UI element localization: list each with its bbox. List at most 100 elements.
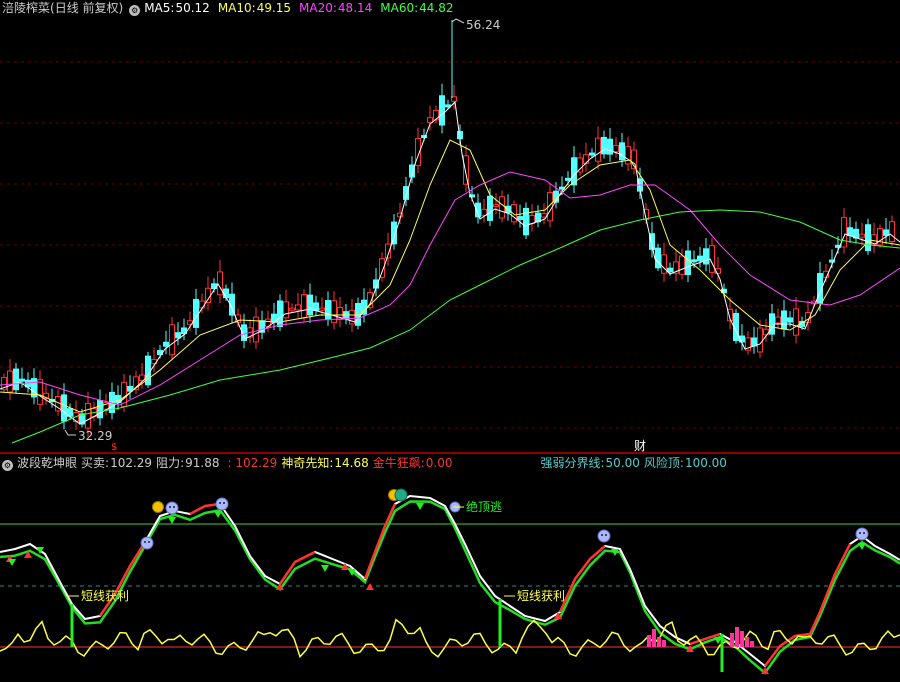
candle-body [313,302,319,311]
histogram-bar [657,637,661,647]
candle-body [439,95,445,126]
ma20-value: 48.14 [337,1,373,15]
candle-body [199,300,205,309]
candle-body [847,227,853,237]
jinniu-label: 金牛狂飙: [372,456,425,470]
candle-body [481,208,487,216]
strong-weak-label: 强弱分界线: [540,456,605,470]
candle-body [463,155,469,185]
strong-weak-value: 50.00 [605,456,640,470]
candle-body [589,152,595,156]
candle-body [127,385,133,392]
candle-body [499,196,505,219]
candle-body [193,299,199,328]
face-eye-icon [169,506,171,508]
candle-body [19,378,25,382]
candle-body [223,288,229,299]
resistance-value: 91.88 [185,456,220,470]
face-eye-icon [605,534,607,536]
histogram-bar [662,640,666,647]
candle-body [679,255,685,275]
candle-body [859,233,865,238]
buy-sell-value: 102.29 [110,456,153,470]
dollar-marker: $ [111,442,117,452]
candle-body [85,402,91,429]
red-rise-segment [363,503,397,580]
candle-body [655,247,661,269]
candle-body [163,341,169,347]
risk-value: 100.00 [684,456,727,470]
candle-body [7,370,13,393]
candle-body [277,300,283,327]
face-eye-icon [219,502,221,504]
histogram-bar [647,635,651,647]
candlestick-chart[interactable]: 56.24 32.29$ 财 [0,0,900,452]
sell-arrow-icon [8,559,16,566]
settings-gear-icon[interactable]: ⚙ [129,5,141,16]
escape-shield-icon [394,488,408,502]
stock-name: 涪陵榨菜 [2,1,51,15]
candle-body [781,310,787,330]
candle-body [541,213,547,218]
candle-body [175,332,181,339]
sell-arrow-icon [416,503,424,510]
candle-body [775,316,781,324]
histogram-bar [745,637,749,647]
face-eye-icon [148,541,150,543]
candle-body [433,109,439,121]
face-eye-icon [173,506,175,508]
candlestick-panel[interactable]: 56.24 32.29 $ 财 涪陵榨菜(日线 前复权) ⚙ MA5:50.12 MA10:… [0,0,900,452]
face-icon [140,536,154,550]
sell-arrow-icon [168,517,176,524]
histogram-bar [652,629,656,647]
candle-body [205,287,211,303]
candle-body [319,307,325,311]
candle-body [583,154,589,164]
candle-body [493,204,499,208]
red-rise-segment [98,541,147,617]
face-icon [597,529,611,543]
candle-body [691,259,697,263]
candle-body [487,195,493,221]
candle-body [529,215,535,225]
low-pointer [64,429,76,436]
candle-body [307,294,313,316]
candle-body [289,307,295,311]
money-bag-icon [152,501,164,513]
period-label: (日线 前复权) [50,1,124,15]
candle-body [595,137,601,162]
red-rise-segment [764,543,852,667]
face-eye-icon [863,532,865,534]
candle-body [61,394,67,422]
indicator-chart[interactable]: 短线获利 短线获利 绝顶逃 [0,454,900,682]
candle-body [865,224,871,252]
face-icon [215,497,229,511]
sell-arrow-icon [214,511,222,518]
candle-body [613,145,619,153]
candle-body [625,146,631,165]
candle-body [13,368,19,391]
ma60-label: MA60: [380,1,419,15]
candle-body [325,300,331,321]
ma60-value: 44.82 [419,1,454,15]
high-price-label: 56.24 [466,18,500,32]
cai-marker: 财 [634,439,646,452]
candle-body [607,138,613,155]
annotation-label: 短线获利 [81,589,129,603]
candle-body [301,294,307,319]
histogram-bar [735,627,739,647]
ma5-line [0,100,900,425]
candle-body [751,337,757,347]
face-icon [165,501,179,515]
candle-body [295,304,301,311]
candle-body [565,177,571,181]
indicator-legend: ⚙ 波段乾坤眼 买卖:102.29 阻力:91.88: 102.29 神奇先知:14.6… [2,455,731,471]
sell-arrow-icon [321,565,329,572]
candle-body [427,117,433,123]
indicator-panel[interactable]: 短线获利 短线获利 绝顶逃 ⚙ 波段乾坤眼 买卖:102.29 阻力:91.88: 102… [0,454,900,682]
candle-body [97,400,103,419]
high-pointer [451,18,465,24]
candle-body [883,229,889,236]
candle-body [757,327,763,353]
indicator-gear-icon[interactable]: ⚙ [2,460,13,471]
